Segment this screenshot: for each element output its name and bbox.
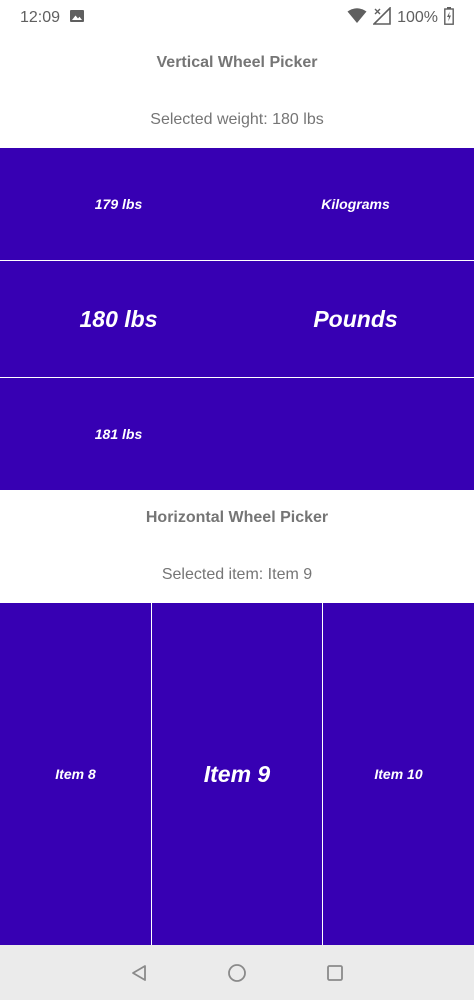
vertical-picker-title: Vertical Wheel Picker xyxy=(156,54,318,71)
screen: 12:09 100% Vertical Wheel Picker Selecte… xyxy=(0,0,474,1000)
item-option-9-selected[interactable]: Item 9 xyxy=(152,603,322,945)
status-right: 100% xyxy=(347,5,454,30)
no-signal-icon xyxy=(372,5,391,30)
horizontal-picker-title: Horizontal Wheel Picker xyxy=(145,509,329,526)
picker-row-top: 179 lbs Kilograms xyxy=(0,148,474,260)
weight-option-179[interactable]: 179 lbs xyxy=(0,196,237,212)
picker-row-bottom: 181 lbs xyxy=(0,378,474,490)
home-icon[interactable] xyxy=(227,963,247,983)
status-bar: 12:09 100% xyxy=(0,0,474,36)
weight-option-180-selected[interactable]: 180 lbs xyxy=(0,306,237,333)
horizontal-wheel-picker[interactable]: Item 8 Item 9 Item 10 xyxy=(0,603,474,945)
item-option-10[interactable]: Item 10 xyxy=(323,603,474,945)
status-time: 12:09 xyxy=(20,9,61,26)
image-icon xyxy=(70,9,85,27)
selected-weight-text: Selected weight: 180 lbs xyxy=(150,111,324,128)
battery-icon xyxy=(444,6,454,30)
picker-row-selected: 180 lbs Pounds xyxy=(0,261,474,377)
vertical-wheel-picker[interactable]: 179 lbs Kilograms 180 lbs Pounds 181 lbs xyxy=(0,148,474,490)
wifi-icon xyxy=(347,7,367,29)
unit-option-kilograms[interactable]: Kilograms xyxy=(237,196,474,212)
item-option-8[interactable]: Item 8 xyxy=(0,603,151,945)
navigation-bar xyxy=(0,945,474,1000)
selected-item-text: Selected item: Item 9 xyxy=(161,566,313,583)
recents-icon[interactable] xyxy=(325,963,345,983)
status-left: 12:09 xyxy=(20,9,85,27)
battery-text: 100% xyxy=(397,9,438,26)
back-icon[interactable] xyxy=(129,963,149,983)
unit-option-pounds-selected[interactable]: Pounds xyxy=(237,306,474,333)
weight-option-181[interactable]: 181 lbs xyxy=(0,426,237,442)
